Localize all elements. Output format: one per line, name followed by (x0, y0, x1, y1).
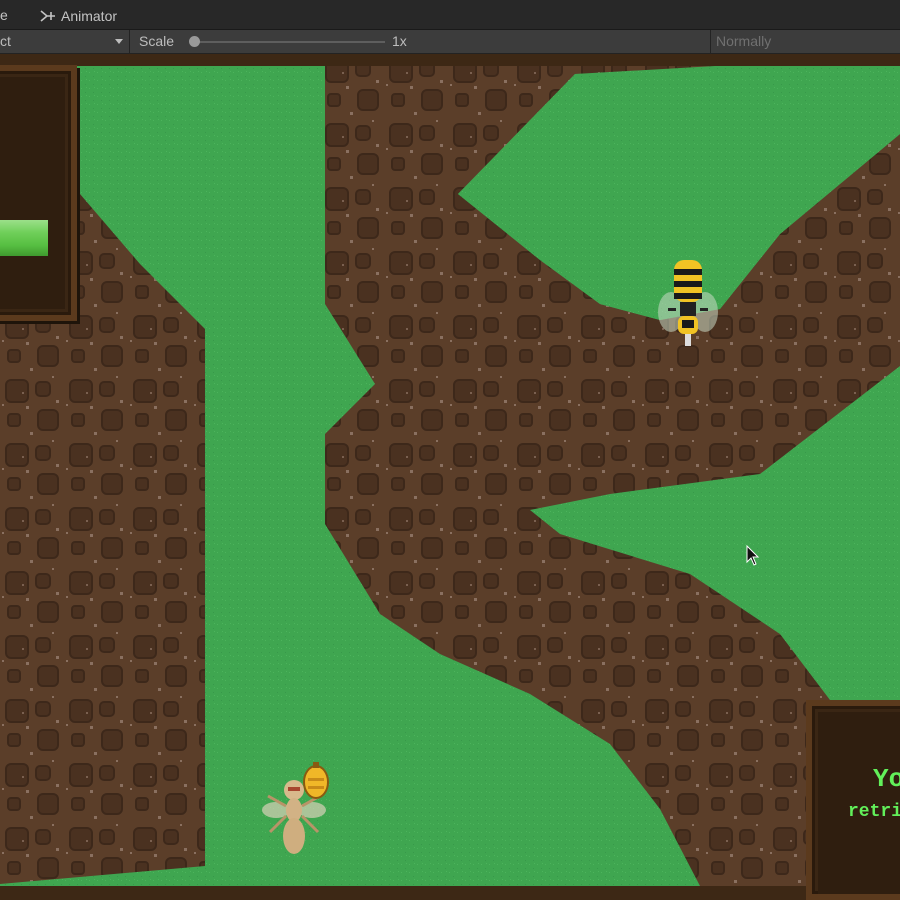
scale-slider[interactable] (189, 35, 385, 49)
game-map (0, 54, 900, 900)
scale-slider-track (193, 41, 385, 43)
scale-label: Scale (139, 33, 175, 49)
chevron-down-icon (115, 39, 123, 44)
aspect-dropdown[interactable]: ct (0, 30, 130, 53)
message-line-2: retri (848, 802, 900, 822)
hud-health-panel-inner (0, 77, 65, 309)
tab-partial-label[interactable]: e (0, 7, 8, 23)
hud-message-panel-inner: Yo retri (818, 712, 900, 894)
play-mode-dropdown[interactable]: Normally (716, 33, 771, 49)
toolbar-divider (710, 30, 711, 53)
tab-animator[interactable]: Animator (40, 5, 117, 27)
scale-slider-thumb[interactable] (189, 36, 200, 47)
hud-health-panel (0, 65, 77, 321)
tab-animator-label: Animator (61, 8, 118, 24)
hud-message-panel: Yo retri (806, 700, 900, 900)
game-frame-top (0, 54, 900, 66)
game-view[interactable]: Yo retri (0, 54, 900, 900)
animator-icon (40, 10, 55, 22)
game-view-toolbar: ct Scale 1x Normally (0, 30, 900, 54)
aspect-dropdown-value: ct (0, 33, 11, 49)
arrow-cursor-icon (746, 545, 760, 566)
scale-value: 1x (392, 33, 407, 49)
game-frame-bottom (0, 886, 900, 900)
health-bar (0, 220, 48, 256)
editor-tab-bar: e Animator (0, 0, 900, 30)
message-line-1: Yo (873, 764, 900, 794)
